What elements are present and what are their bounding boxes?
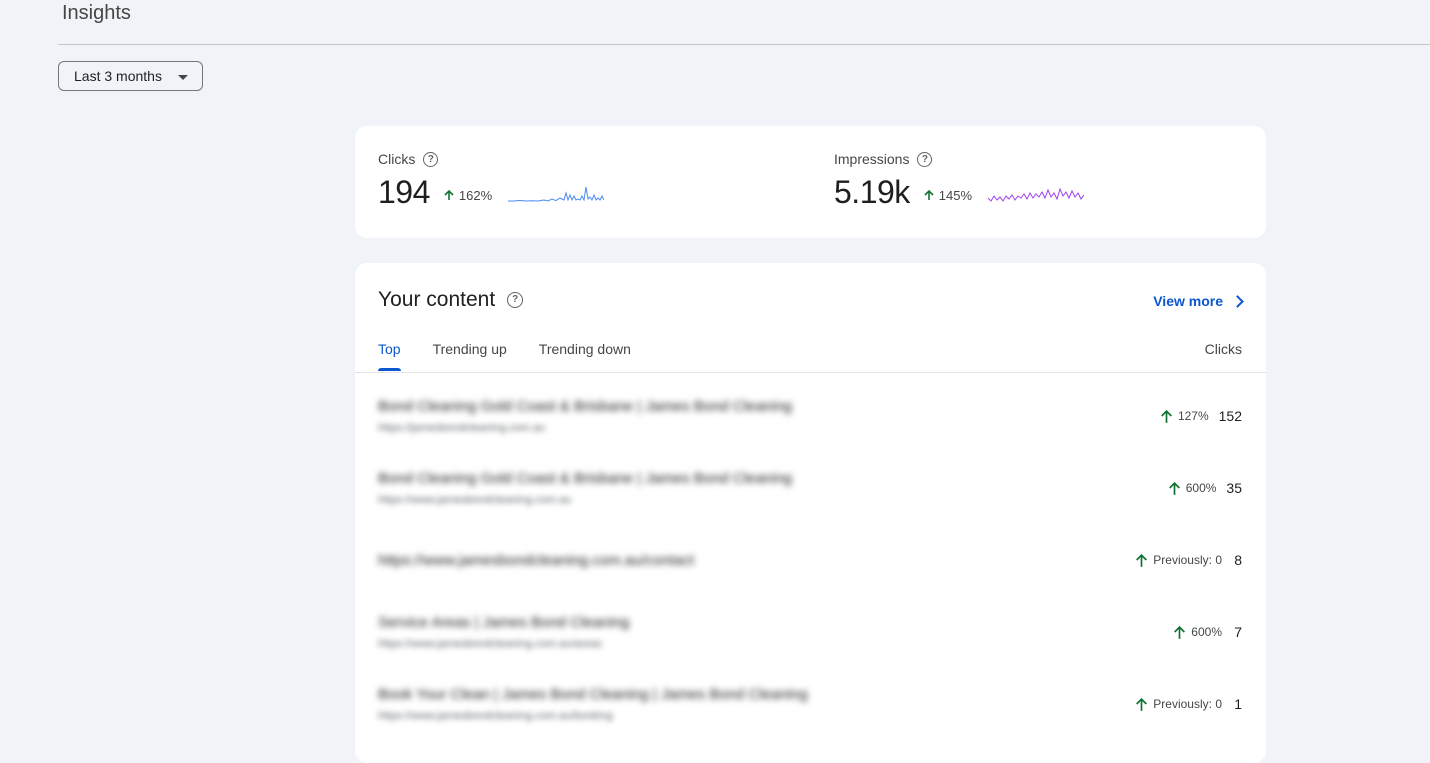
clicks-change: 162% [458, 187, 493, 203]
arrow-up-icon [1136, 553, 1148, 567]
impressions-value-row: 5.19k 145% [834, 173, 1085, 210]
row-change-value: 127% [1177, 409, 1209, 423]
row-change: Previously: 0 [1134, 697, 1222, 712]
tab-trending-up[interactable]: Trending up [433, 341, 507, 371]
row-metrics: 600% 35 [1167, 480, 1242, 496]
content-row[interactable]: Bond Cleaning Gold Coast & Brisbane | Ja… [355, 381, 1266, 453]
clicks-label: Clicks [378, 151, 416, 167]
arrow-up-icon [1136, 697, 1148, 711]
content-tabs: Top Trending up Trending down [378, 341, 631, 371]
clicks-trend: 162% [442, 188, 492, 203]
row-change-value: 600% [1191, 625, 1222, 639]
impressions-label: Impressions [834, 151, 910, 167]
row-metrics: Previously: 0 1 [1134, 696, 1242, 712]
row-url: https://www.jamesbondcleaning.com.au/boo… [378, 710, 613, 722]
help-icon[interactable]: ? [917, 151, 933, 167]
row-metrics: 600% 7 [1172, 624, 1242, 640]
row-title: Bond Cleaning Gold Coast & Brisbane | Ja… [378, 470, 793, 487]
row-change-value: 600% [1185, 481, 1217, 495]
content-row[interactable]: https://www.jamesbondcleaning.com.au/con… [355, 525, 1266, 597]
row-title: https://www.jamesbondcleaning.com.au/con… [378, 552, 695, 569]
view-more-link[interactable]: View more [1153, 293, 1244, 309]
stats-card: Clicks ? 194 162% Impressions ? 5.19k 14… [355, 126, 1266, 238]
content-row[interactable]: Service Areas | James Bond Cleaning http… [355, 597, 1266, 669]
row-change: 127% [1159, 409, 1209, 424]
content-title-row: Your content ? [378, 288, 524, 312]
impressions-stat[interactable]: Impressions ? 5.19k 145% [834, 150, 1085, 210]
dropdown-caret-icon [178, 75, 188, 80]
impressions-sparkline [988, 187, 1085, 202]
arrow-up-icon [444, 189, 454, 200]
row-title: Bond Cleaning Gold Coast & Brisbane | Ja… [378, 398, 793, 415]
content-row[interactable]: Book Your Clean | James Bond Cleaning | … [355, 669, 1266, 741]
tab-trending-down[interactable]: Trending down [539, 341, 631, 371]
tabs-divider [355, 372, 1266, 373]
arrow-up-icon [1168, 481, 1180, 495]
clicks-column-header: Clicks [1204, 341, 1242, 357]
arrow-up-icon [1161, 409, 1172, 423]
row-clicks: 152 [1218, 408, 1242, 424]
clicks-sparkline [508, 186, 605, 202]
row-clicks: 8 [1234, 552, 1242, 568]
row-clicks: 7 [1234, 624, 1242, 640]
row-metrics: Previously: 0 8 [1134, 552, 1242, 568]
clicks-value: 194 [378, 173, 430, 210]
row-change: Previously: 0 [1134, 553, 1222, 568]
row-title: Book Your Clean | James Bond Cleaning | … [378, 686, 808, 703]
row-url: https://jamesbondcleaning.com.au [378, 422, 545, 434]
view-more-label: View more [1153, 293, 1223, 309]
clicks-stat[interactable]: Clicks ? 194 162% [378, 150, 605, 210]
header-divider [58, 44, 1430, 45]
page-title: Insights [62, 2, 131, 24]
row-clicks: 35 [1226, 480, 1242, 496]
row-url: https://www.jamesbondcleaning.com.au/are… [378, 638, 602, 650]
content-title: Your content [378, 288, 496, 311]
clicks-label-row: Clicks ? [378, 150, 604, 168]
help-icon[interactable]: ? [423, 151, 439, 167]
impressions-trend: 145% [922, 188, 972, 203]
row-title: Service Areas | James Bond Cleaning [378, 614, 630, 631]
content-card: Your content ? View more Top Trending up… [355, 263, 1266, 763]
chevron-right-icon [1231, 294, 1244, 308]
content-row[interactable]: Bond Cleaning Gold Coast & Brisbane | Ja… [355, 453, 1266, 525]
row-change-value: Previously: 0 [1153, 553, 1222, 567]
row-change-value: Previously: 0 [1153, 697, 1222, 711]
impressions-change: 145% [938, 187, 973, 203]
date-range-label: Last 3 months [74, 68, 162, 84]
tab-top[interactable]: Top [378, 341, 401, 371]
row-url: https://www.jamesbondcleaning.com.au [378, 494, 572, 506]
row-clicks: 1 [1234, 696, 1242, 712]
date-range-dropdown[interactable]: Last 3 months [58, 61, 203, 91]
clicks-value-row: 194 162% [378, 173, 605, 210]
row-change: 600% [1167, 481, 1217, 496]
impressions-label-row: Impressions ? [834, 150, 1084, 168]
arrow-up-icon [1174, 625, 1186, 639]
row-change: 600% [1172, 625, 1222, 640]
row-metrics: 127% 152 [1159, 408, 1242, 424]
impressions-value: 5.19k [834, 173, 910, 210]
help-icon[interactable]: ? [507, 292, 524, 308]
arrow-up-icon [924, 189, 934, 200]
